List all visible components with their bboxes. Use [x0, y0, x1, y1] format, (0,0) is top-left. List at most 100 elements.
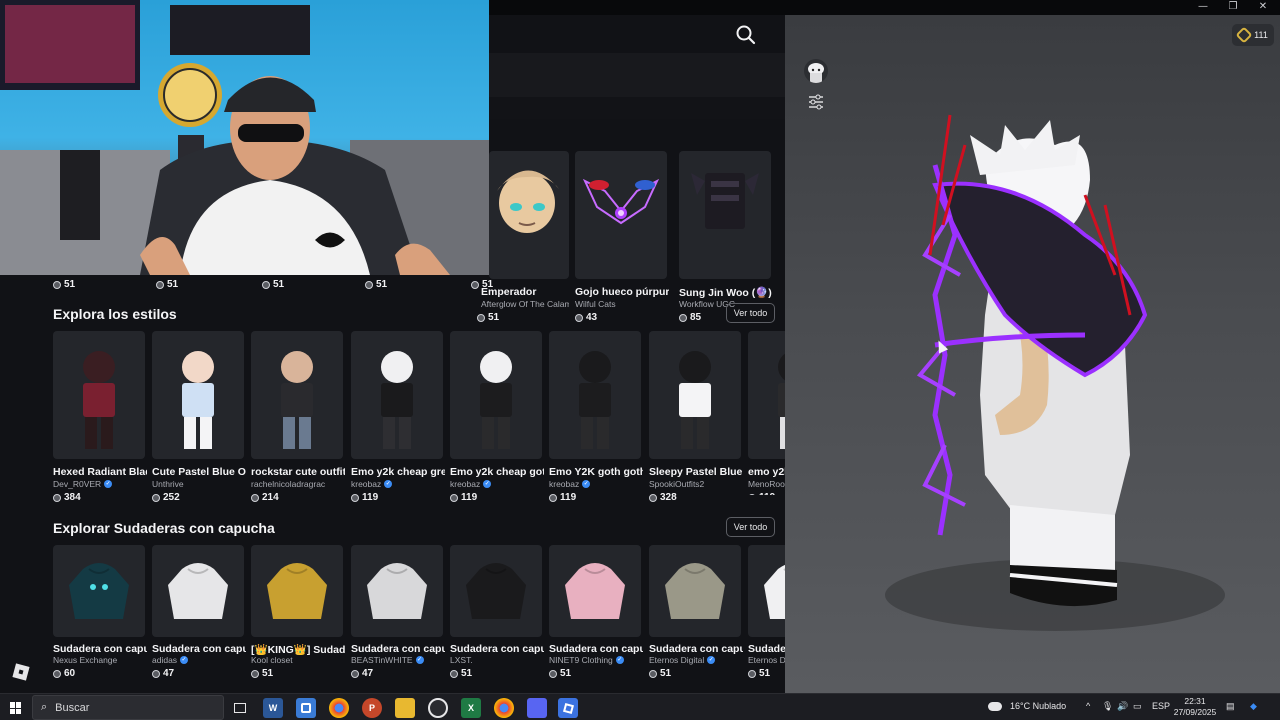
item-thumbnail: [649, 331, 741, 459]
creator-name: kreobaz: [450, 479, 481, 489]
item-card[interactable]: SudaderaEternos Digital 51: [748, 545, 785, 693]
weather-text[interactable]: 16°C Nublado: [1010, 701, 1066, 711]
clock[interactable]: 22:31 27/09/2025: [1172, 696, 1218, 718]
excel-icon[interactable]: X: [461, 698, 481, 718]
windows-start-icon[interactable]: [10, 702, 22, 714]
see-all-styles-button[interactable]: Ver todo: [726, 303, 775, 323]
network-icon[interactable]: ▭: [1133, 701, 1142, 712]
avatar-3d-model: [885, 114, 1225, 631]
taskbar-search-box[interactable]: ⌕ Buscar: [32, 695, 224, 720]
item-thumbnail: [251, 545, 343, 637]
notifications-icon[interactable]: ▤: [1226, 701, 1235, 712]
item-card[interactable]: Cute Pastel Blue OutfitUnthrive 252: [152, 331, 246, 503]
item-card[interactable]: Sung Jin Woo (🔮) Workflow UGC 85: [679, 151, 772, 323]
item-price: 252: [152, 492, 180, 503]
item-price: 51: [549, 668, 571, 679]
file-explorer-icon[interactable]: [395, 698, 415, 718]
item-thumbnail: [351, 331, 443, 459]
item-card[interactable]: emo y2kMenoRoo 119: [748, 331, 785, 495]
price-value: 51: [560, 668, 572, 679]
item-card[interactable]: [👑KING👑] SudaderaKool closet51: [251, 545, 345, 693]
item-creator: kreobaz ✓: [450, 479, 544, 489]
avatar-viewer[interactable]: [785, 15, 1280, 693]
item-card[interactable]: Emo y2k cheap grey kreobaz ✓ 119: [351, 331, 445, 503]
chrome-icon[interactable]: [329, 698, 349, 718]
price-value: 51: [167, 279, 179, 290]
item-price: 119: [748, 492, 775, 495]
roblox-taskbar-icon[interactable]: [558, 698, 578, 718]
item-card[interactable]: Sudadera con capuchaBEASTinWHITE✓ 47: [351, 545, 445, 693]
robux-icon: [251, 669, 259, 678]
item-card[interactable]: Sudadera con capuchaadidas✓ 47: [152, 545, 246, 693]
chrome-profile-icon[interactable]: [494, 698, 514, 718]
copilot-icon[interactable]: ◆: [1250, 701, 1257, 712]
creator-name: BEASTinWHITE: [351, 655, 413, 665]
creator-name: Unthrive: [152, 479, 184, 489]
price-value: 51: [482, 279, 494, 290]
item-name: Gojo hueco púrpura: [575, 286, 669, 298]
robux-icon: [53, 493, 61, 502]
search-icon[interactable]: [734, 23, 758, 47]
item-name: Emo y2k cheap goth: [450, 466, 544, 478]
item-card[interactable]: Emperador Afterglow Of The Calamity 51: [477, 151, 569, 323]
search-placeholder: Buscar: [55, 701, 90, 714]
item-card[interactable]: Sudadera con capuchaNINET9 Clothing✓ 51: [549, 545, 643, 693]
creator-name: rachelnicoladragrac: [251, 479, 326, 489]
item-card[interactable]: Hexed Radiant BladeDev_R0VER✓ 384: [53, 331, 147, 503]
word-icon[interactable]: W: [263, 698, 283, 718]
robux-icon: [152, 493, 160, 502]
item-name: Emo y2k cheap grey: [351, 466, 445, 478]
item-name: Sung Jin Woo (🔮): [679, 287, 772, 299]
item-card[interactable]: rockstar cute outfit rachelnicoladragrac 2…: [251, 331, 345, 503]
microphone-icon[interactable]: 🎙: [1102, 701, 1113, 712]
roblox-logo-icon[interactable]: [12, 663, 30, 681]
item-price: 47: [351, 668, 373, 679]
price-value: 119: [759, 492, 775, 495]
item-name: Hexed Radiant Blade: [53, 466, 147, 478]
item-card[interactable]: Emo Y2K goth gothickreobaz✓ 119: [549, 331, 643, 503]
item-creator: Nexus Exchange: [53, 655, 147, 665]
item-creator: SpookiOutfits2: [649, 479, 743, 489]
item-creator: Eternos Digital: [748, 655, 785, 665]
item-card[interactable]: Emo y2k cheap goth kreobaz ✓ 119: [450, 331, 544, 503]
language-indicator[interactable]: ESP: [1152, 701, 1170, 711]
robux-balance[interactable]: 111: [1232, 24, 1274, 46]
item-card[interactable]: Sudadera con capuchaNexus Exchange 60: [53, 545, 147, 693]
roblox-app-window: — ❐ ✕ Emperador Afterglow Of The Calamit…: [0, 0, 1280, 693]
verified-badge-icon: ✓: [483, 480, 492, 488]
item-price: 60: [53, 668, 75, 679]
robux-icon: [679, 313, 687, 322]
item-card[interactable]: Sudadera con capuchaLXST. 51: [450, 545, 544, 693]
discord-icon[interactable]: [527, 698, 547, 718]
robux-icon: [251, 493, 259, 502]
item-price: 119: [549, 492, 576, 503]
creator-name: SpookiOutfits2: [649, 479, 705, 489]
robux-amount: 111: [1254, 30, 1268, 40]
webcam-overlay: [0, 0, 489, 275]
powerpoint-icon[interactable]: P: [362, 698, 382, 718]
item-card[interactable]: Sleepy Pastel Blue SpookiOutfits2 328: [649, 331, 743, 503]
purple-aura-thumbnail: [582, 178, 660, 225]
item-price: 328: [649, 492, 677, 503]
robux-icon: [156, 280, 164, 289]
item-card[interactable]: Sudadera con capuchaEternos Digital✓ 51: [649, 545, 743, 693]
close-button[interactable]: ✕: [1248, 0, 1278, 15]
robux-icon: [549, 493, 557, 502]
creator-name: Kool closet: [251, 655, 293, 665]
task-view-icon[interactable]: [230, 698, 250, 718]
speaker-icon[interactable]: 🔊: [1117, 701, 1128, 712]
creator-name: Eternos Digital: [649, 655, 705, 665]
minimize-button[interactable]: —: [1188, 0, 1218, 15]
weather-cloud-icon: [988, 702, 1002, 711]
see-all-hoodies-button[interactable]: Ver todo: [726, 517, 775, 537]
item-card[interactable]: Gojo hueco púrpura Wilful Cats 43: [575, 151, 669, 323]
item-thumbnail: [549, 545, 641, 637]
robux-icon: [351, 493, 359, 502]
restore-button[interactable]: ❐: [1218, 0, 1248, 15]
store-icon[interactable]: [296, 698, 316, 718]
obs-icon[interactable]: [428, 698, 448, 718]
chevron-up-icon[interactable]: ^: [1086, 701, 1090, 711]
robux-icon: [477, 313, 485, 322]
item-name: Sleepy Pastel Blue: [649, 466, 743, 478]
robux-icon: [53, 669, 61, 678]
